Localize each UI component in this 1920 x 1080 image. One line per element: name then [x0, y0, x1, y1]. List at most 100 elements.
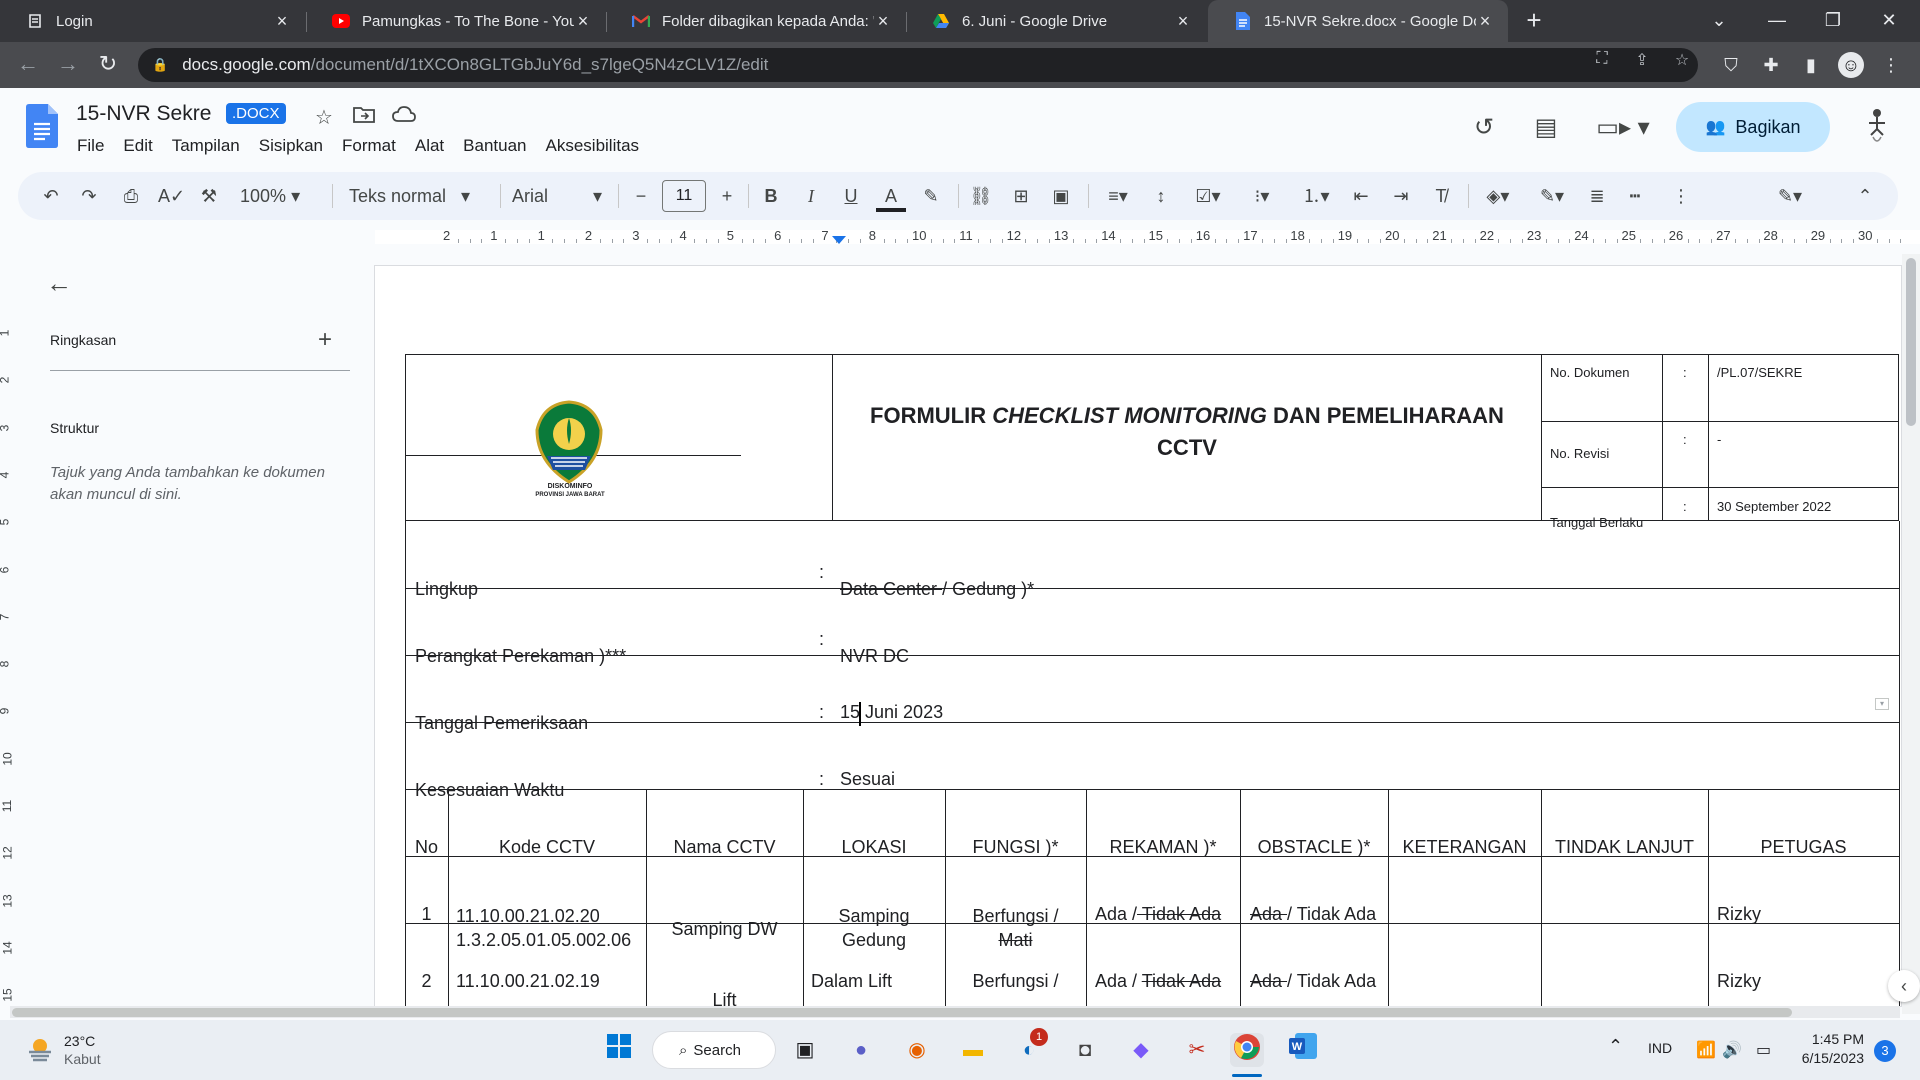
close-outline-arrow-icon[interactable]: ←	[46, 268, 78, 300]
new-tab-button[interactable]: +	[1518, 5, 1550, 37]
print-icon[interactable]: ⎙	[118, 182, 144, 210]
weather-widget[interactable]: 23°C Kabut	[64, 1032, 101, 1068]
font-select[interactable]: Arial ▾	[512, 182, 602, 210]
move-folder-icon[interactable]	[352, 105, 376, 129]
side-panel-chevron-icon[interactable]: ‹	[1888, 970, 1920, 1002]
more-options-icon[interactable]: ⋮	[1668, 182, 1694, 210]
cloud-status-icon[interactable]	[392, 105, 416, 129]
style-select[interactable]: Teks normal ▾	[349, 182, 470, 210]
editing-mode-icon[interactable]: ✎▾	[1768, 182, 1812, 210]
menu-edit[interactable]: Edit	[114, 134, 162, 158]
text-color-icon[interactable]: A	[876, 182, 906, 212]
snipping-tool-icon[interactable]: ✂	[1180, 1033, 1214, 1067]
profile-avatar[interactable]: ☺	[1838, 52, 1864, 78]
cell-fill-color-icon[interactable]: ◈▾	[1476, 182, 1520, 210]
tab-youtube[interactable]: Pamungkas - To The Bone - YouT ×	[306, 0, 606, 42]
clear-formatting-icon[interactable]: T̸	[1428, 182, 1454, 210]
border-color-icon[interactable]: ✎▾	[1528, 182, 1576, 210]
taskbar-search[interactable]: ⌕ Search	[652, 1031, 776, 1069]
add-comment-icon[interactable]: ⊞	[1008, 182, 1034, 210]
close-icon[interactable]: ×	[574, 11, 592, 32]
numbered-list-icon[interactable]: ⒈▾	[1294, 182, 1338, 210]
share-page-icon[interactable]: ⇪	[1630, 50, 1654, 70]
tab-search-chevron-icon[interactable]: ⌄	[1694, 0, 1744, 42]
reload-icon[interactable]: ↻	[94, 51, 122, 79]
volume-icon[interactable]: 🔊	[1722, 1040, 1742, 1060]
field-value-recorder[interactable]: NVR DC	[840, 646, 909, 667]
vertical-scroll-thumb[interactable]	[1906, 258, 1916, 426]
document-page[interactable]: DISKOMINFO PROVINSI JAWA BARAT FORMULIR …	[375, 266, 1901, 1006]
font-size-input[interactable]: 11	[662, 180, 706, 212]
side-panel-icon[interactable]: ▮	[1798, 52, 1824, 78]
task-view-icon[interactable]: ▣	[788, 1033, 822, 1067]
checklist-icon[interactable]: ☑▾	[1186, 182, 1230, 210]
horizontal-ruler[interactable]: 2 1 1 2 3 4 5 6 7 8 10 11 12 13 14 15 16 17 18 19 20 21 22 23 24…	[375, 226, 1920, 248]
insert-link-icon[interactable]: ⛓	[968, 182, 994, 210]
redo-icon[interactable]: ↷	[76, 182, 102, 210]
bold-icon[interactable]: B	[758, 182, 784, 210]
tab-docs-active[interactable]: 15-NVR Sekre.docx - Google Dok ×	[1208, 0, 1508, 42]
close-icon[interactable]: ×	[874, 11, 892, 32]
version-history-icon[interactable]: ↺	[1468, 112, 1500, 144]
menu-format[interactable]: Format	[333, 134, 406, 158]
menu-insert[interactable]: Sisipkan	[250, 134, 333, 158]
tab-login[interactable]: Login ×	[0, 0, 305, 42]
chrome-icon[interactable]	[1230, 1033, 1264, 1067]
increase-indent-icon[interactable]: ⇥	[1388, 182, 1414, 210]
spellcheck-icon[interactable]: A✓	[158, 182, 185, 210]
insert-image-icon[interactable]: ▣	[1048, 182, 1074, 210]
input-language[interactable]: IND	[1648, 1040, 1672, 1056]
close-icon[interactable]: ×	[273, 11, 291, 32]
field-value-inspection-date[interactable]: 15 Juni 2023	[840, 702, 943, 723]
hide-menus-chevron-icon[interactable]: ⌃	[1852, 182, 1878, 210]
meet-camera-icon[interactable]: ▭▸ ▾	[1596, 112, 1650, 144]
align-left-icon[interactable]: ≡▾	[1096, 182, 1140, 210]
indent-marker-icon[interactable]	[832, 236, 846, 244]
menu-view[interactable]: Tampilan	[163, 134, 250, 158]
undo-icon[interactable]: ↶	[38, 182, 64, 210]
border-dash-icon[interactable]: ┅	[1622, 182, 1648, 210]
account-avatar[interactable]	[1858, 105, 1896, 149]
field-value-time-sync[interactable]: Sesuai	[840, 769, 895, 790]
line-spacing-icon[interactable]: ↕	[1148, 182, 1174, 210]
share-button[interactable]: 👥 Bagikan	[1676, 102, 1830, 152]
firefox-icon[interactable]: ◉	[900, 1033, 934, 1067]
menu-tools[interactable]: Alat	[406, 134, 454, 158]
add-summary-plus-icon[interactable]: +	[318, 326, 332, 354]
bulleted-list-icon[interactable]: ⁝▾	[1240, 182, 1284, 210]
vertical-ruler[interactable]: 123456789101112131415	[0, 252, 20, 1002]
notification-count-badge[interactable]: 3	[1874, 1040, 1896, 1062]
show-hidden-icons-chevron-icon[interactable]: ⌃	[1608, 1036, 1623, 1057]
extensions-puzzle-icon[interactable]: ✚	[1758, 52, 1784, 78]
address-bar[interactable]: 🔒 docs.google.com/document/d/1tXCOn8GLTG…	[138, 48, 1698, 82]
minimize-icon[interactable]: —	[1752, 0, 1802, 42]
border-width-icon[interactable]: ≣	[1584, 182, 1610, 210]
paint-format-icon[interactable]: ⚒	[196, 182, 222, 210]
menu-file[interactable]: File	[68, 134, 114, 158]
restore-icon[interactable]: ❐	[1808, 0, 1858, 42]
zoom-select[interactable]: 100% ▾	[240, 182, 300, 210]
taskbar-clock[interactable]: 1:45 PM 6/15/2023	[1764, 1030, 1864, 1068]
bookmark-star-icon[interactable]: ☆	[1670, 50, 1694, 70]
translate-icon[interactable]: ⛶	[1590, 50, 1614, 70]
back-arrow-icon[interactable]: ←	[14, 51, 42, 79]
row-chevron-down-icon[interactable]: ▾	[1875, 698, 1889, 710]
field-value-scope[interactable]: Data Center / Gedung )*	[840, 579, 1034, 600]
forward-arrow-icon[interactable]: →	[54, 51, 82, 79]
close-window-icon[interactable]: ✕	[1864, 0, 1914, 42]
wifi-icon[interactable]: 📶	[1696, 1040, 1716, 1060]
comments-icon[interactable]: ▤	[1530, 112, 1562, 144]
star-icon[interactable]: ☆	[312, 105, 336, 129]
browser-menu-icon[interactable]: ⋮	[1878, 52, 1904, 78]
underline-icon[interactable]: U	[838, 182, 864, 210]
tab-drive[interactable]: 6. Juni - Google Drive ×	[906, 0, 1206, 42]
copilot-icon[interactable]: ◆	[1124, 1033, 1158, 1067]
highlight-icon[interactable]: ✎	[918, 182, 944, 210]
decrease-indent-icon[interactable]: ⇤	[1348, 182, 1374, 210]
document-title[interactable]: 15-NVR Sekre	[76, 102, 211, 126]
start-windows-icon[interactable]	[602, 1033, 636, 1067]
close-icon[interactable]: ×	[1174, 11, 1192, 32]
italic-icon[interactable]: I	[798, 182, 824, 210]
camera-icon[interactable]: ◘	[1068, 1033, 1102, 1067]
menu-help[interactable]: Bantuan	[454, 134, 536, 158]
